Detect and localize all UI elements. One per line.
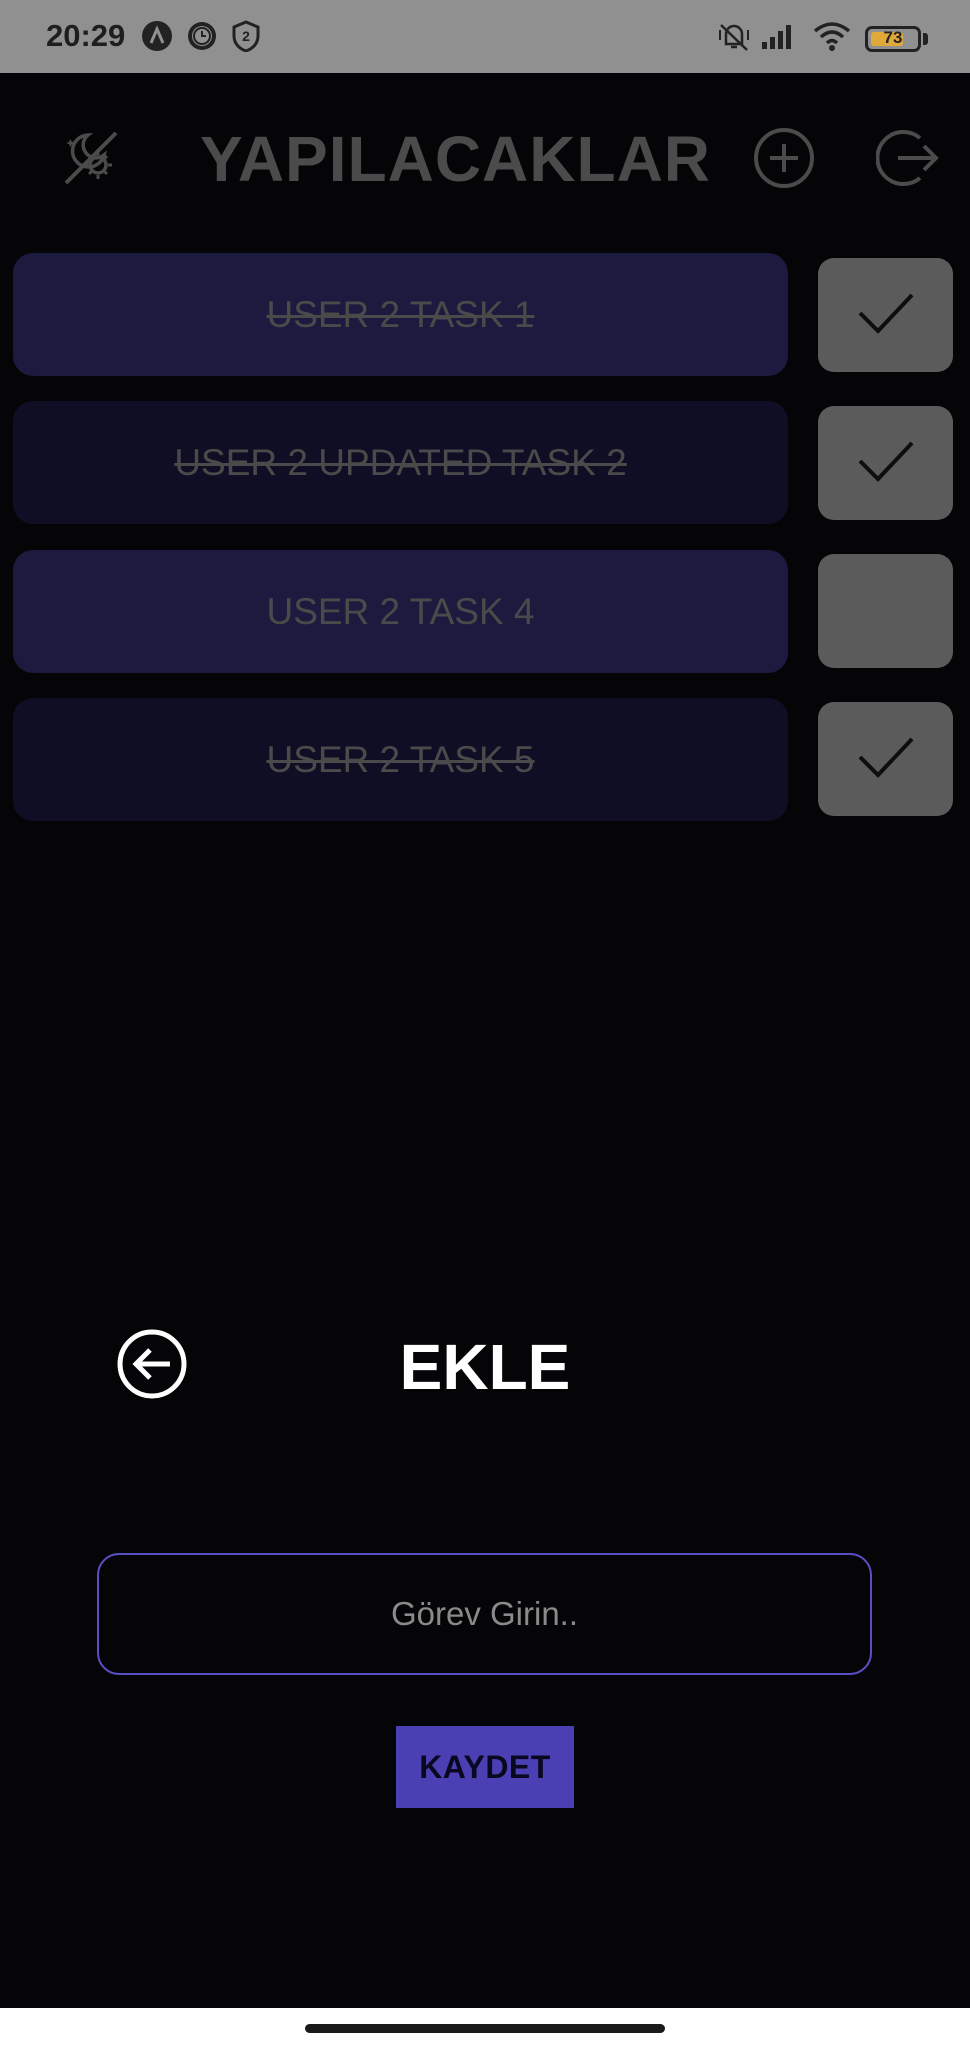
task-checkbox[interactable]: [818, 258, 953, 372]
task-text: USER 2 UPDATED TASK 2: [174, 441, 627, 483]
home-gesture-handle[interactable]: [305, 2024, 665, 2033]
clock-icon: [186, 20, 218, 57]
task-text: USER 2 TASK 5: [266, 738, 535, 780]
shield-2-icon: 2: [231, 20, 261, 57]
logout-button[interactable]: [875, 126, 942, 193]
task-checkbox[interactable]: [818, 554, 953, 668]
task-input[interactable]: [97, 1553, 872, 1675]
navigation-bar: [0, 2008, 970, 2048]
battery-tip: [923, 33, 928, 45]
task-text: USER 2 TASK 1: [266, 293, 535, 335]
task-item[interactable]: USER 2 UPDATED TASK 2: [13, 401, 788, 524]
checkmark-icon: [854, 287, 918, 344]
back-button[interactable]: [116, 1328, 188, 1400]
task-text: USER 2 TASK 4: [266, 590, 535, 632]
status-bar: 20:29 2 73: [0, 0, 970, 73]
task-checkbox[interactable]: [818, 702, 953, 816]
battery-icon: 73: [865, 26, 921, 52]
task-item[interactable]: USER 2 TASK 1: [13, 253, 788, 376]
add-task-button[interactable]: [752, 126, 816, 190]
wifi-icon: [812, 20, 852, 57]
logout-icon: [875, 130, 942, 193]
theme-toggle-button[interactable]: [58, 125, 124, 191]
save-button[interactable]: KAYDET: [396, 1726, 574, 1808]
checkmark-icon: [854, 435, 918, 492]
task-checkbox[interactable]: [818, 406, 953, 520]
checkmark-icon: [854, 731, 918, 788]
task-item[interactable]: USER 2 TASK 5: [13, 698, 788, 821]
status-time: 20:29: [46, 18, 126, 53]
mute-vibrate-icon: [717, 20, 751, 59]
theme-toggle-icon: [58, 131, 124, 194]
modal-title: EKLE: [399, 1331, 571, 1403]
navigation-a-icon: [141, 20, 173, 57]
task-item[interactable]: USER 2 TASK 4: [13, 550, 788, 673]
add-circle-icon: [752, 128, 816, 193]
page-title: YAPILACAKLAR: [200, 123, 711, 195]
svg-text:2: 2: [242, 28, 250, 44]
back-arrow-icon: [116, 1329, 188, 1403]
signal-icon: [760, 20, 798, 57]
battery-level: 73: [883, 28, 903, 47]
